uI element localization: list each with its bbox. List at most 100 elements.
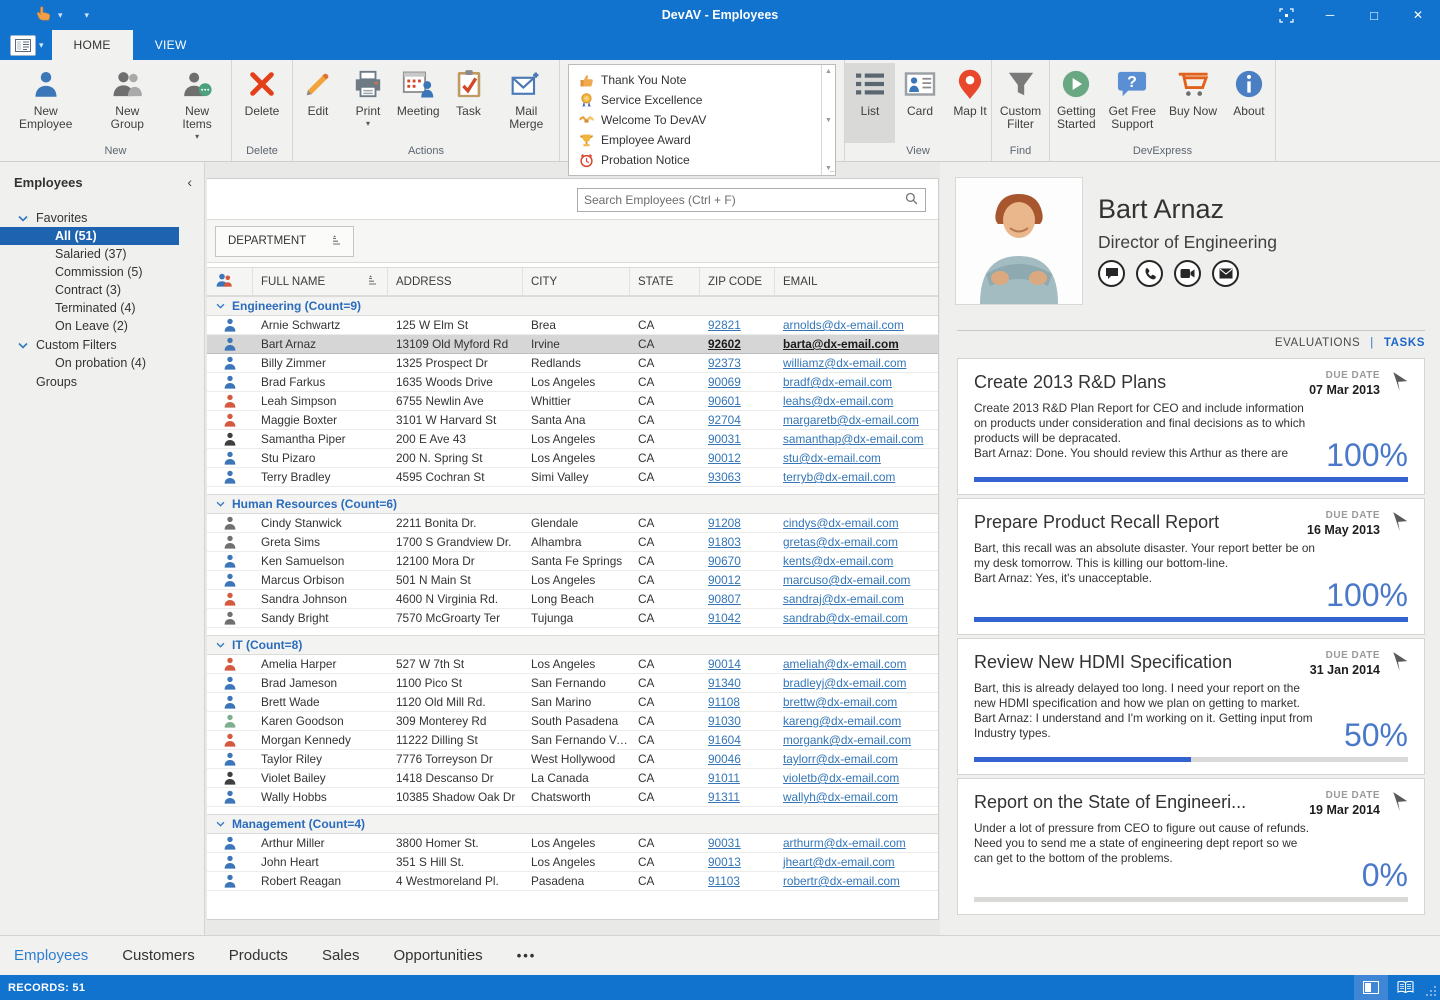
table-row-violet-bailey[interactable]: Violet Bailey1418 Descanso DrLa CanadaCA… — [207, 769, 938, 788]
fit-window-button[interactable] — [1264, 0, 1308, 30]
ribbon-button-meeting[interactable]: Meeting — [393, 63, 444, 143]
zip-link[interactable]: 93063 — [708, 470, 741, 484]
gallery-item-welcome-to-devav[interactable]: Welcome To DevAV — [579, 110, 707, 130]
close-button[interactable]: ✕ — [1396, 0, 1440, 30]
module-tab-sales[interactable]: Sales — [322, 947, 360, 964]
chevron-down-icon[interactable]: ▾ — [58, 10, 63, 21]
group-by-department-chip[interactable]: DEPARTMENT — [215, 226, 354, 257]
email-link[interactable]: marcuso@dx-email.com — [783, 573, 910, 587]
email-link[interactable]: barta@dx-email.com — [783, 337, 899, 351]
gallery-down-icon[interactable]: ▼ — [825, 117, 832, 124]
tab-evaluations[interactable]: EVALUATIONS — [1275, 337, 1360, 349]
table-row-amelia-harper[interactable]: Amelia Harper527 W 7th StLos AngelesCA90… — [207, 655, 938, 674]
table-row-sandy-bright[interactable]: Sandy Bright7570 McGroarty TerTujungaCA9… — [207, 609, 938, 628]
table-row-morgan-kennedy[interactable]: Morgan Kennedy11222 Dilling StSan Fernan… — [207, 731, 938, 750]
gallery-item-service-excellence[interactable]: Service Excellence — [579, 90, 707, 110]
sidebar-collapse-chevron-icon[interactable]: ‹ — [187, 174, 192, 190]
group-row-management-count-4[interactable]: Management (Count=4) — [207, 814, 938, 834]
email-link[interactable]: kents@dx-email.com — [783, 554, 893, 568]
ribbon-button-map-it[interactable]: Map It — [945, 63, 995, 143]
resize-grip[interactable] — [1422, 975, 1440, 1000]
sidebar-item-all-51[interactable]: All (51) — [0, 227, 179, 245]
ribbon-button-new-group[interactable]: New Group — [91, 63, 163, 143]
sidebar-section-groups[interactable]: Groups — [0, 372, 204, 391]
email-link[interactable]: stu@dx-email.com — [783, 451, 881, 465]
video-icon[interactable] — [1174, 260, 1201, 287]
module-tab-products[interactable]: Products — [229, 947, 288, 964]
zip-link[interactable]: 92704 — [708, 413, 741, 427]
module-tab-customers[interactable]: Customers — [122, 947, 195, 964]
email-link[interactable]: gretas@dx-email.com — [783, 535, 898, 549]
table-row-karen-goodson[interactable]: Karen Goodson309 Monterey RdSouth Pasade… — [207, 712, 938, 731]
app-menu-button[interactable]: ▾ — [10, 35, 44, 56]
email-link[interactable]: brettw@dx-email.com — [783, 695, 897, 709]
email-link[interactable]: bradf@dx-email.com — [783, 375, 892, 389]
module-tab-employees[interactable]: Employees — [14, 947, 88, 964]
zip-link[interactable]: 91108 — [708, 695, 740, 709]
table-row-bart-arnaz[interactable]: Bart Arnaz13109 Old Myford RdIrvineCA926… — [207, 335, 938, 354]
zip-link[interactable]: 91208 — [708, 516, 741, 530]
column-header-email[interactable]: EMAIL — [775, 268, 938, 295]
table-row-maggie-boxter[interactable]: Maggie Boxter3101 W Harvard StSanta AnaC… — [207, 411, 938, 430]
email-link[interactable]: terryb@dx-email.com — [783, 470, 895, 484]
email-link[interactable]: cindys@dx-email.com — [783, 516, 899, 530]
gallery-expand-icon[interactable]: ▼̲ — [825, 165, 832, 172]
email-link[interactable]: arthurm@dx-email.com — [783, 836, 906, 850]
email-link[interactable]: williamz@dx-email.com — [783, 356, 906, 370]
ribbon-button-task[interactable]: Task — [444, 63, 494, 143]
ribbon-button-get-free-support[interactable]: ?Get Free Support — [1103, 63, 1162, 143]
table-row-leah-simpson[interactable]: Leah Simpson6755 Newlin AveWhittierCA906… — [207, 392, 938, 411]
sidebar-item-on-probation-4[interactable]: On probation (4) — [0, 354, 204, 372]
sidebar-item-contract-3[interactable]: Contract (3) — [0, 281, 204, 299]
zip-link[interactable]: 91803 — [708, 535, 741, 549]
ribbon-button-new-items[interactable]: New Items▾ — [163, 63, 231, 143]
email-link[interactable]: bradleyj@dx-email.com — [783, 676, 906, 690]
zip-link[interactable]: 92373 — [708, 356, 741, 370]
ribbon-button-getting-started[interactable]: Getting Started — [1051, 63, 1102, 143]
more-tabs-button[interactable]: ••• — [517, 948, 537, 963]
search-icon[interactable] — [905, 192, 925, 208]
ribbon-tab-home[interactable]: HOME — [52, 30, 133, 60]
minimize-button[interactable]: ─ — [1308, 0, 1352, 30]
table-row-brad-jameson[interactable]: Brad Jameson1100 Pico StSan FernandoCA91… — [207, 674, 938, 693]
ribbon-button-new-employee[interactable]: New Employee — [0, 63, 91, 143]
sidebar-item-terminated-4[interactable]: Terminated (4) — [0, 299, 204, 317]
sidebar-item-salaried-37[interactable]: Salaried (37) — [0, 245, 204, 263]
email-link[interactable]: sandraj@dx-email.com — [783, 592, 904, 606]
table-row-stu-pizaro[interactable]: Stu Pizaro200 N. Spring StLos AngelesCA9… — [207, 449, 938, 468]
table-row-ken-samuelson[interactable]: Ken Samuelson12100 Mora DrSanta Fe Sprin… — [207, 552, 938, 571]
email-link[interactable]: jheart@dx-email.com — [783, 855, 895, 869]
email-link[interactable]: ameliah@dx-email.com — [783, 657, 906, 671]
zip-link[interactable]: 90069 — [708, 375, 741, 389]
email-link[interactable]: arnolds@dx-email.com — [783, 318, 904, 332]
maximize-button[interactable]: □ — [1352, 0, 1396, 30]
table-row-taylor-riley[interactable]: Taylor Riley7776 Torreyson DrWest Hollyw… — [207, 750, 938, 769]
ribbon-button-about[interactable]: About — [1224, 63, 1274, 143]
group-row-human-resources-count-6[interactable]: Human Resources (Count=6) — [207, 494, 938, 514]
zip-link[interactable]: 90046 — [708, 752, 741, 766]
zip-link[interactable]: 90670 — [708, 554, 741, 568]
ribbon-button-buy-now[interactable]: Buy Now — [1163, 63, 1223, 143]
sidebar-section-favorites[interactable]: Favorites — [0, 208, 204, 227]
column-header-city[interactable]: CITY — [523, 268, 630, 295]
layout-panel-view-button[interactable] — [1354, 975, 1388, 1000]
zip-link[interactable]: 91011 — [708, 771, 740, 785]
zip-link[interactable]: 91030 — [708, 714, 741, 728]
email-link[interactable]: wallyh@dx-email.com — [783, 790, 898, 804]
column-header-state[interactable]: STATE — [630, 268, 700, 295]
zip-link[interactable]: 91311 — [708, 790, 740, 804]
group-row-it-count-8[interactable]: IT (Count=8) — [207, 635, 938, 655]
zip-link[interactable]: 91042 — [708, 611, 741, 625]
gallery-item-thank-you-note[interactable]: Thank You Note — [579, 70, 707, 90]
zip-link[interactable]: 90014 — [708, 657, 741, 671]
task-card-prepare-product-recall-report[interactable]: Prepare Product Recall ReportDUE DATE16 … — [957, 498, 1425, 635]
table-row-arthur-miller[interactable]: Arthur Miller3800 Homer St.Los AngelesCA… — [207, 834, 938, 853]
zip-link[interactable]: 92602 — [708, 337, 741, 351]
ribbon-button-custom-filter[interactable]: Custom Filter — [994, 63, 1047, 143]
table-row-robert-reagan[interactable]: Robert Reagan4 Westmoreland Pl.PasadenaC… — [207, 872, 938, 891]
email-link[interactable]: samanthap@dx-email.com — [783, 432, 924, 446]
sidebar-section-custom-filters[interactable]: Custom Filters — [0, 335, 204, 354]
zip-link[interactable]: 91604 — [708, 733, 741, 747]
email-link[interactable]: kareng@dx-email.com — [783, 714, 901, 728]
ribbon-button-print[interactable]: Print▾ — [343, 63, 393, 143]
